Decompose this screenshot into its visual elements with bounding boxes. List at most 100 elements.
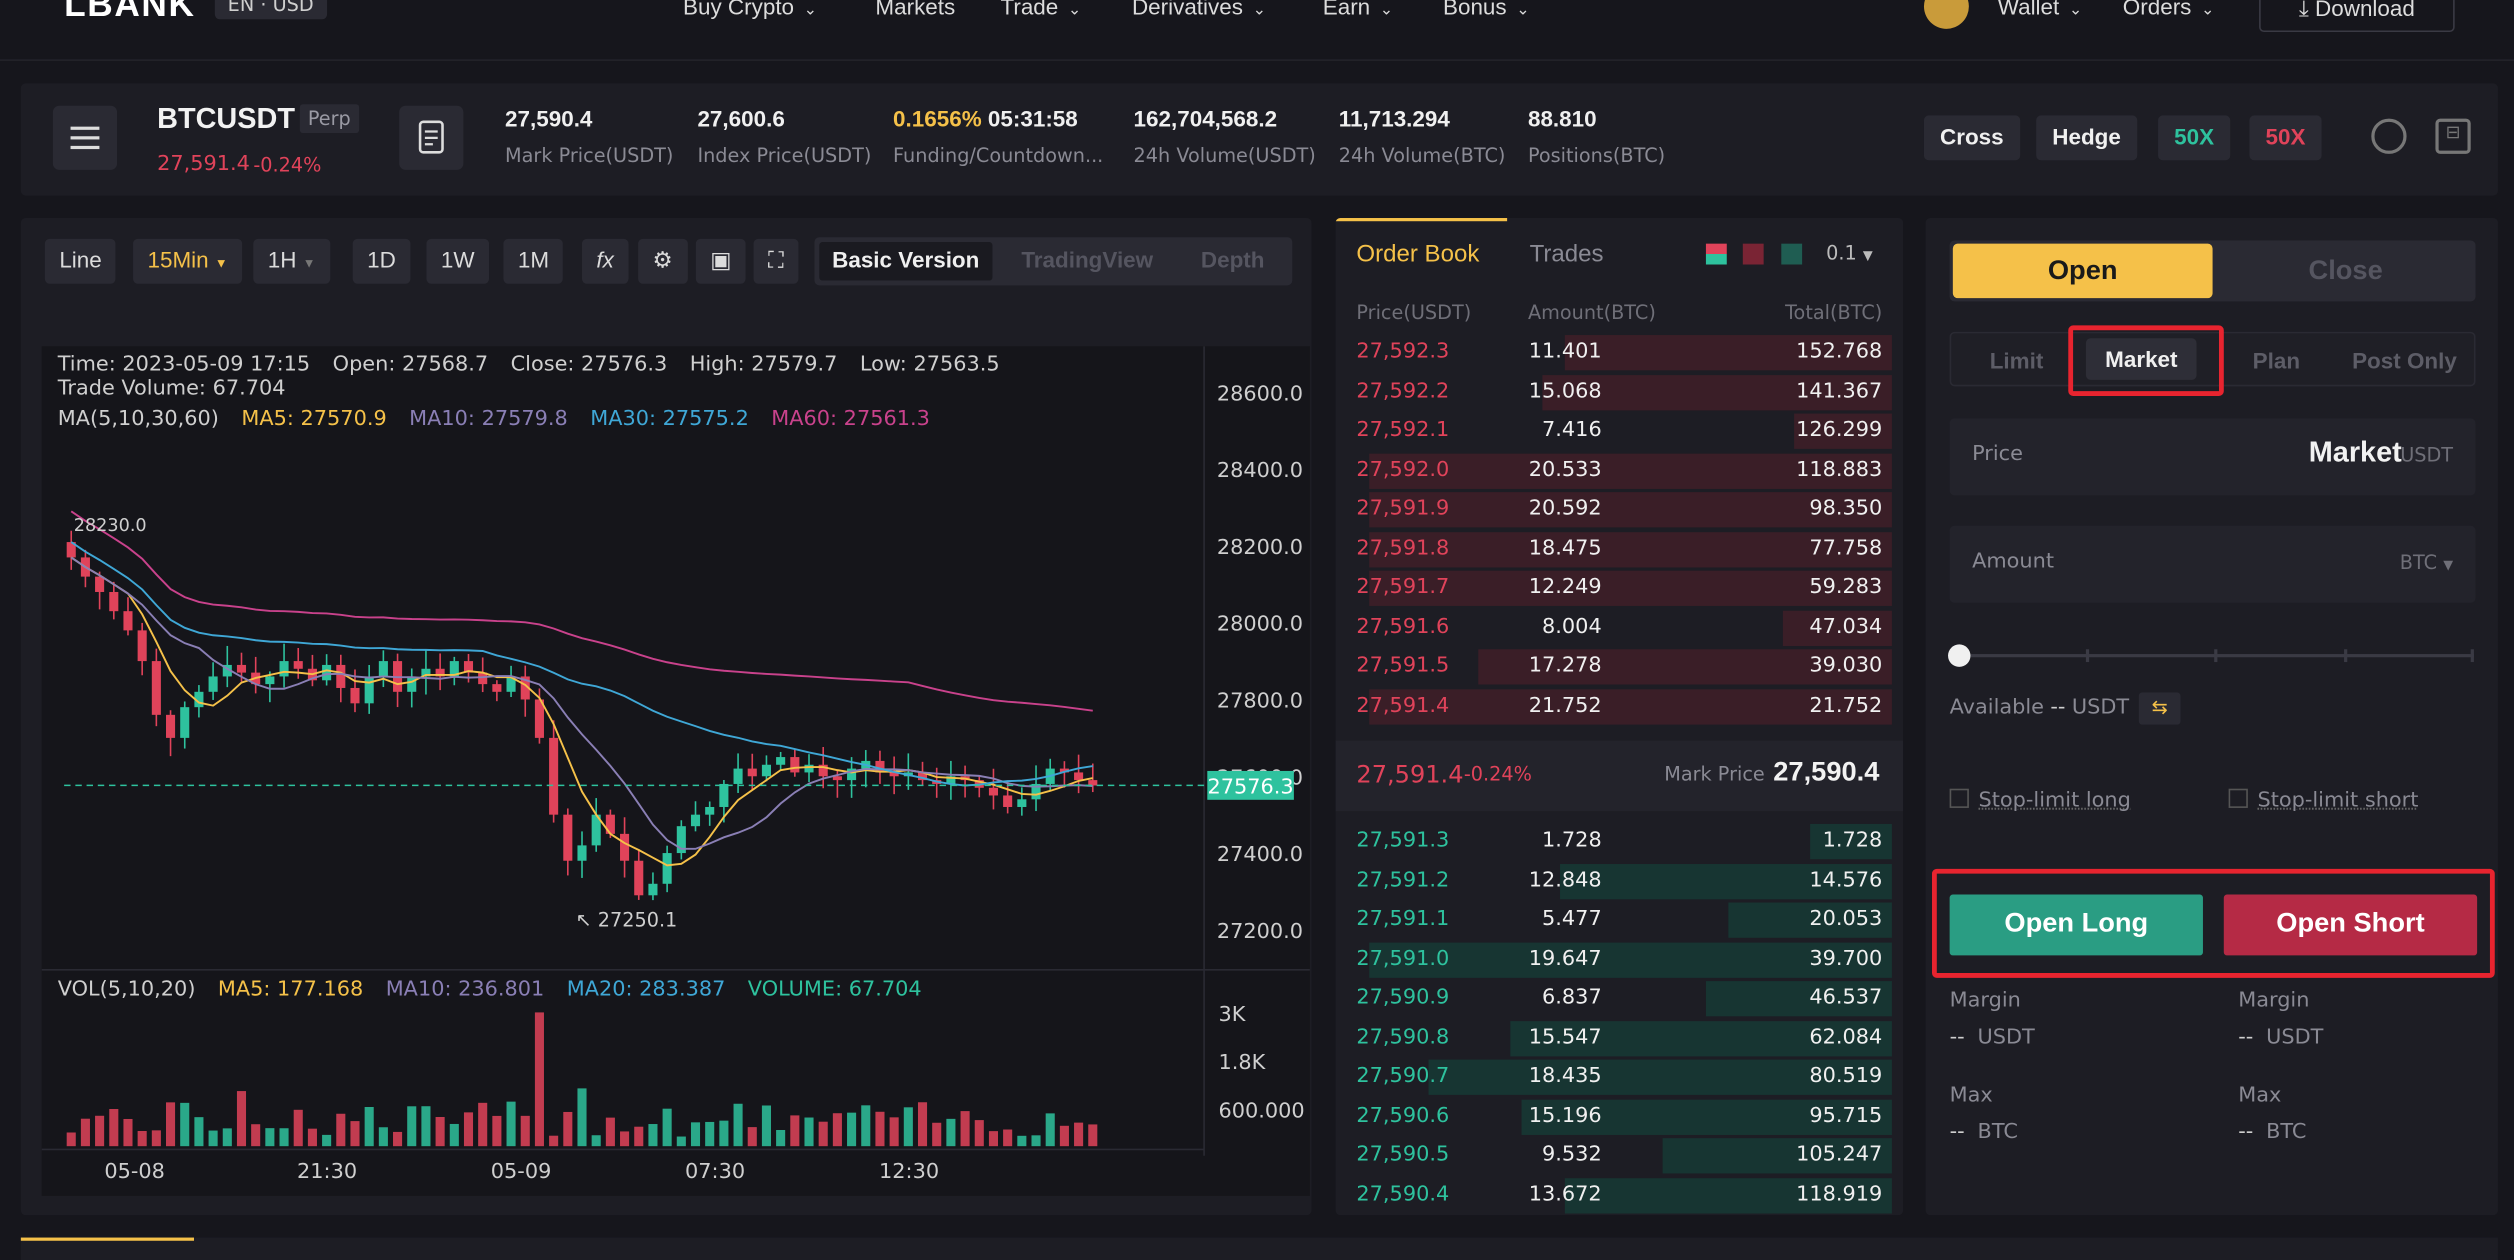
nav-trade[interactable]: Trade ⌄ [1000, 0, 1081, 19]
ohlc-open: Open: 27568.7 [332, 352, 489, 377]
fullscreen-button[interactable]: ⛶ [753, 238, 799, 284]
bid-row[interactable]: 27,591.0 19.647 39.700 [1336, 940, 1904, 978]
ask-row[interactable]: 27,591.4 21.752 21.752 [1336, 687, 1904, 725]
close-tab[interactable]: Close [2219, 244, 2472, 299]
row-total: 47.034 [1809, 614, 1883, 639]
amount-field[interactable]: Amount BTC ▼ [1949, 525, 2476, 603]
book-bids-only-icon[interactable] [1781, 243, 1803, 265]
interval-1d-button[interactable]: 1D [352, 238, 411, 284]
ask-row[interactable]: 27,591.8 18.475 77.758 [1336, 530, 1904, 568]
download-button[interactable]: ⤓ Download [2259, 0, 2455, 33]
order-book-panel: Order Book Trades 0.1 ▼ Price(USDT) Amou… [1335, 218, 1904, 1216]
stat-funding[interactable]: 0.1656% 05:31:58 Funding/Countdown... [893, 106, 1103, 167]
line-chart-button[interactable]: Line [44, 238, 117, 284]
language-currency-button[interactable]: EN · USD [214, 0, 327, 20]
nav-derivatives[interactable]: Derivatives ⌄ [1132, 0, 1266, 19]
bid-row[interactable]: 27,590.6 15.196 95.715 [1336, 1097, 1904, 1135]
open-tab[interactable]: Open [1952, 243, 2213, 299]
ma30-line [70, 541, 1093, 787]
nav-earn[interactable]: Earn ⌄ [1323, 0, 1393, 19]
volume-bar [534, 1012, 544, 1147]
candle-body [293, 661, 303, 669]
nav-bonus[interactable]: Bonus ⌄ [1443, 0, 1530, 19]
tab-trades[interactable]: Trades [1530, 240, 1604, 267]
bid-row[interactable]: 27,591.1 5.477 20.053 [1336, 901, 1904, 939]
ask-row[interactable]: 27,592.2 15.068 141.367 [1336, 373, 1904, 411]
kline-chart[interactable]: 28600.028400.028200.028000.027800.027600… [41, 346, 1310, 1196]
interval-15min-button[interactable]: 15Min ▼ [133, 238, 243, 284]
bid-row[interactable]: 27,590.8 15.547 62.084 [1336, 1019, 1904, 1057]
volume-bar [832, 1113, 842, 1147]
max-long-label: Max [1949, 1083, 1993, 1108]
nav-wallet[interactable]: Wallet ⌄ [1998, 0, 2083, 19]
short-leverage-button[interactable]: 50X [2249, 115, 2322, 161]
bid-row[interactable]: 27,591.3 1.728 1.728 [1336, 822, 1904, 860]
bid-row[interactable]: 27,590.7 18.435 80.519 [1336, 1058, 1904, 1096]
positions-label: Positions(BTC) [1527, 144, 1666, 167]
tab-plan[interactable]: Plan [2253, 348, 2300, 374]
ask-row[interactable]: 27,591.5 17.278 39.030 [1336, 648, 1904, 686]
indicator-fx-button[interactable]: fx [582, 238, 629, 284]
bid-row[interactable]: 27,591.2 12.848 14.576 [1336, 862, 1904, 900]
precision-select[interactable]: 0.1 ▼ [1826, 242, 1873, 264]
candle-body [1017, 799, 1027, 807]
amount-unit-select[interactable]: BTC ▼ [2400, 551, 2453, 573]
depth-tab[interactable]: Depth [1188, 242, 1277, 280]
ask-row[interactable]: 27,592.3 11.401 152.768 [1336, 333, 1904, 371]
nav-orders[interactable]: Orders ⌄ [2123, 0, 2215, 19]
mid-price-row: 27,591.4 -0.24% Mark Price 27,590.4 [1335, 740, 1904, 812]
tab-order-book[interactable]: Order Book [1356, 240, 1479, 267]
gear-icon[interactable] [2371, 118, 2407, 154]
symbol-name[interactable]: BTCUSDT [157, 103, 295, 137]
slider-knob[interactable] [1948, 644, 1971, 667]
nav-markets[interactable]: Markets [875, 0, 955, 19]
stop-limit-short-checkbox[interactable]: Stop-limit short [2228, 788, 2418, 813]
chart-settings-button[interactable]: ⚙ [638, 238, 688, 284]
menu-button[interactable] [52, 105, 118, 170]
avatar[interactable] [1923, 0, 1969, 29]
calculator-icon[interactable]: ⊟ [2435, 118, 2471, 154]
interval-1h-button[interactable]: 1H ▼ [253, 238, 330, 284]
ask-row[interactable]: 27,591.6 8.004 47.034 [1336, 608, 1904, 646]
tab-post-only[interactable]: Post Only [2352, 348, 2457, 374]
hedge-mode-button[interactable]: Hedge [2036, 115, 2137, 161]
screenshot-button[interactable]: ▣ [695, 238, 746, 284]
nav-buy-crypto[interactable]: Buy Crypto ⌄ [683, 0, 817, 19]
ask-row[interactable]: 27,591.7 12.249 59.283 [1336, 569, 1904, 607]
volume-bar [123, 1118, 133, 1147]
download-icon: ⤓ [2298, 0, 2316, 21]
row-total: 152.768 [1796, 339, 1883, 364]
row-total: 126.299 [1796, 418, 1883, 443]
book-asks-only-icon[interactable] [1742, 243, 1764, 265]
chart-version-switch: Basic Version TradingView Depth [814, 237, 1293, 286]
ask-row[interactable]: 27,592.0 20.533 118.883 [1336, 451, 1904, 489]
interval-1m-button[interactable]: 1M [503, 238, 564, 284]
row-amount: 18.475 [1528, 536, 1602, 561]
row-total: 39.700 [1809, 946, 1883, 971]
top-nav: LBANK EN · USD Buy Crypto ⌄ Markets Trade… [0, 0, 2514, 61]
bid-row[interactable]: 27,590.5 9.532 105.247 [1336, 1137, 1904, 1175]
tab-limit[interactable]: Limit [1990, 348, 2044, 374]
volume-bar [449, 1123, 459, 1147]
bid-row[interactable]: 27,590.4 13.672 118.919 [1336, 1176, 1904, 1214]
ask-row[interactable]: 27,592.1 7.416 126.299 [1336, 412, 1904, 450]
checkbox-icon [2228, 788, 2248, 808]
contract-info-button[interactable] [399, 105, 464, 170]
bid-row[interactable]: 27,590.9 6.837 46.537 [1336, 979, 1904, 1017]
max-long-unit: BTC [1977, 1120, 2018, 1145]
max-long-amount: -- [1949, 1120, 1965, 1145]
row-amount: 15.068 [1528, 379, 1602, 404]
amount-slider[interactable] [1948, 644, 2474, 667]
candle-body [761, 764, 771, 777]
book-both-sides-icon[interactable] [1705, 243, 1727, 265]
interval-1w-button[interactable]: 1W [426, 238, 490, 284]
ask-row[interactable]: 27,591.9 20.592 98.350 [1336, 491, 1904, 529]
cross-margin-button[interactable]: Cross [1923, 115, 2020, 161]
transfer-icon[interactable]: ⇆ [2138, 692, 2181, 725]
price-field[interactable]: Price Market USDT [1949, 418, 2476, 496]
stop-limit-long-checkbox[interactable]: Stop-limit long [1949, 788, 2131, 813]
lbank-logo[interactable]: LBANK [64, 0, 195, 26]
long-leverage-button[interactable]: 50X [2158, 115, 2231, 161]
basic-version-tab[interactable]: Basic Version [819, 242, 993, 281]
tradingview-tab[interactable]: TradingView [1008, 242, 1165, 280]
